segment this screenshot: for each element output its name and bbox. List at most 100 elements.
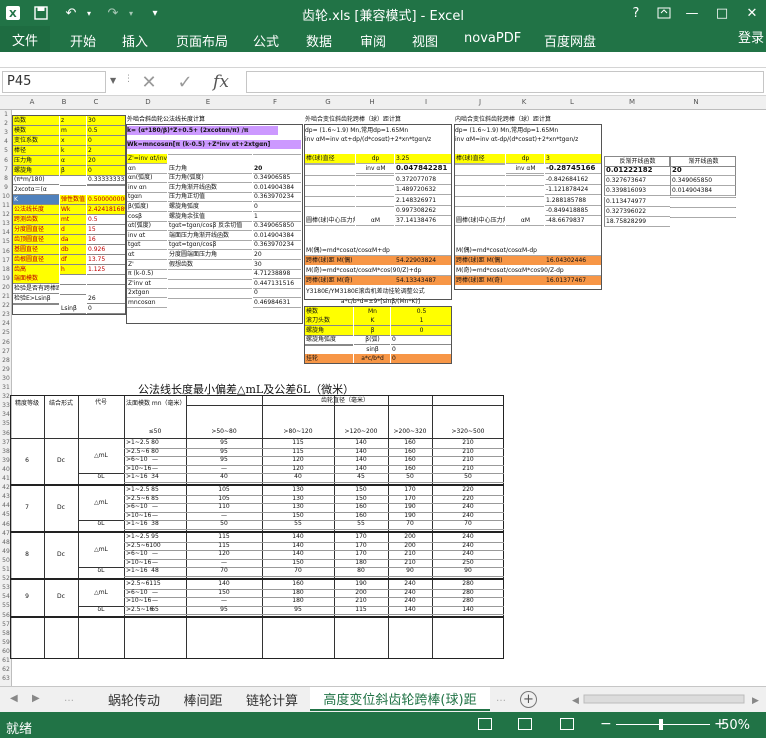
tolerance-value[interactable]: — — [188, 597, 260, 605]
next-sheet-icon[interactable]: ▶ — [32, 693, 40, 704]
tolerance-value[interactable]: — — [126, 559, 184, 567]
tolerance-value[interactable]: 180 — [264, 589, 332, 597]
tolerance-value[interactable]: 210 — [336, 597, 386, 605]
tolerance-value[interactable]: 170 — [390, 495, 430, 503]
column-header[interactable]: N — [686, 98, 706, 106]
tolerance-value[interactable]: 170 — [390, 486, 430, 494]
tolerance-value[interactable]: — — [188, 559, 260, 567]
row-header[interactable]: 29 — [0, 366, 12, 373]
section-m-involute-value[interactable]: 20 — [670, 166, 736, 176]
row-header[interactable]: 26 — [0, 339, 12, 346]
section-m-involute-value[interactable]: 0.349065850 — [670, 176, 736, 187]
tolerance-value[interactable]: 160 — [264, 580, 332, 588]
column-header[interactable]: L — [562, 98, 582, 106]
tolerance-value[interactable]: 220 — [434, 495, 502, 503]
tolerance-value[interactable]: 150 — [188, 589, 260, 597]
row-header[interactable]: 28 — [0, 357, 12, 364]
tolerance-value[interactable]: — — [126, 550, 184, 558]
tolerance-value[interactable]: 95 — [188, 448, 260, 456]
tolerance-value[interactable]: 160 — [390, 456, 430, 464]
tolerance-value[interactable]: 80 — [126, 439, 184, 447]
tolerance-value[interactable]: 100 — [126, 542, 184, 550]
row-header[interactable]: 12 — [0, 211, 12, 218]
tolerance-value[interactable]: 240 — [434, 503, 502, 511]
tolerance-value[interactable]: 140 — [188, 580, 260, 588]
tolerance-value[interactable]: 70 — [390, 520, 430, 528]
row-header[interactable]: 17 — [0, 257, 12, 264]
column-header[interactable]: I — [416, 98, 436, 106]
row-header[interactable]: 20 — [0, 284, 12, 291]
row-header[interactable]: 63 — [0, 675, 12, 682]
tolerance-grade[interactable]: 8 — [12, 551, 42, 559]
tab-baidu-netdisk[interactable]: 百度网盘 — [544, 31, 596, 50]
tolerance-header-diameter[interactable]: 齿轮直径（毫米） — [190, 397, 500, 405]
tolerance-value[interactable]: 95 — [188, 439, 260, 447]
column-header[interactable]: K — [514, 98, 534, 106]
tab-file[interactable]: 文件 — [0, 26, 50, 52]
page-break-preview-icon[interactable] — [560, 718, 574, 730]
tolerance-value[interactable]: 160 — [336, 512, 386, 520]
add-sheet-button[interactable]: + — [520, 691, 537, 708]
tolerance-value[interactable]: 180 — [264, 597, 332, 605]
tolerance-value[interactable]: 200 — [390, 542, 430, 550]
tolerance-value[interactable]: 85 — [126, 486, 184, 494]
row-header[interactable]: 4 — [0, 138, 12, 145]
tolerance-value[interactable]: 140 — [264, 533, 332, 541]
close-button[interactable]: ✕ — [742, 4, 762, 22]
tolerance-value[interactable]: 220 — [434, 486, 502, 494]
tolerance-value[interactable]: 240 — [434, 550, 502, 558]
tolerance-value[interactable]: 70 — [264, 567, 332, 575]
tolerance-value[interactable]: 130 — [264, 503, 332, 511]
row-header[interactable]: 30 — [0, 375, 12, 382]
tolerance-value[interactable]: 280 — [434, 589, 502, 597]
tolerance-code[interactable]: δL — [80, 520, 122, 528]
tolerance-value[interactable]: 210 — [434, 465, 502, 473]
tolerance-grade[interactable]: 7 — [12, 504, 42, 512]
sheet-tab-bar-spacing[interactable]: 棒间距 — [172, 687, 234, 711]
tolerance-value[interactable]: 190 — [336, 580, 386, 588]
tolerance-fit[interactable]: Dc — [46, 504, 76, 512]
tolerance-value[interactable]: 70 — [188, 567, 260, 575]
tolerance-code[interactable]: δL — [80, 606, 122, 614]
tolerance-value[interactable]: 95 — [188, 456, 260, 464]
tolerance-value[interactable]: 120 — [188, 550, 260, 558]
tolerance-value[interactable]: 55 — [264, 520, 332, 528]
tolerance-value[interactable]: 140 — [264, 542, 332, 550]
sheet-tab-helical-gear[interactable]: 高度变位斜齿轮跨棒(球)距 — [310, 687, 490, 711]
tolerance-value[interactable]: 200 — [336, 589, 386, 597]
row-header[interactable]: 62 — [0, 666, 12, 673]
tolerance-value[interactable]: 50 — [390, 473, 430, 481]
tolerance-value[interactable]: 85 — [126, 495, 184, 503]
zoom-level[interactable]: 50% — [721, 718, 750, 733]
zoom-slider-track[interactable] — [616, 724, 710, 725]
sign-in-link[interactable]: 登录 — [738, 27, 764, 46]
tolerance-value[interactable]: 95 — [264, 606, 332, 614]
tab-home[interactable]: 开始 — [70, 31, 96, 50]
row-header[interactable]: 21 — [0, 293, 12, 300]
sheet-tab-worm-gear[interactable]: 蜗轮传动 — [96, 687, 172, 711]
section-j-title[interactable]: 内啮合变位斜齿轮跨棒（球）距计算 — [454, 115, 602, 124]
tab-novapdf[interactable]: novaPDF — [464, 31, 521, 46]
tolerance-value[interactable]: 115 — [264, 448, 332, 456]
tolerance-value[interactable]: — — [126, 512, 184, 520]
row-header[interactable]: 14 — [0, 229, 12, 236]
tolerance-value[interactable]: 160 — [390, 465, 430, 473]
tolerance-diameter-col[interactable]: >50~80 — [188, 428, 260, 436]
tolerance-value[interactable]: 170 — [336, 542, 386, 550]
tolerance-value[interactable]: — — [126, 597, 184, 605]
tolerance-value[interactable]: 140 — [336, 439, 386, 447]
row-header[interactable]: 10 — [0, 193, 12, 200]
tolerance-value[interactable]: 115 — [264, 439, 332, 447]
tolerance-value[interactable]: 250 — [434, 559, 502, 567]
tolerance-code[interactable]: △mL — [80, 452, 122, 460]
row-header[interactable]: 3 — [0, 129, 12, 136]
tolerance-value[interactable]: 150 — [264, 512, 332, 520]
more-sheets-icon[interactable]: … — [64, 693, 74, 704]
row-header[interactable]: 24 — [0, 320, 12, 327]
row-header[interactable]: 25 — [0, 329, 12, 336]
tab-formulas[interactable]: 公式 — [253, 31, 279, 50]
tolerance-value[interactable]: 80 — [336, 567, 386, 575]
tolerance-diameter-col[interactable]: >320~500 — [434, 428, 502, 436]
tolerance-value[interactable]: — — [126, 465, 184, 473]
tolerance-value[interactable]: 190 — [390, 503, 430, 511]
